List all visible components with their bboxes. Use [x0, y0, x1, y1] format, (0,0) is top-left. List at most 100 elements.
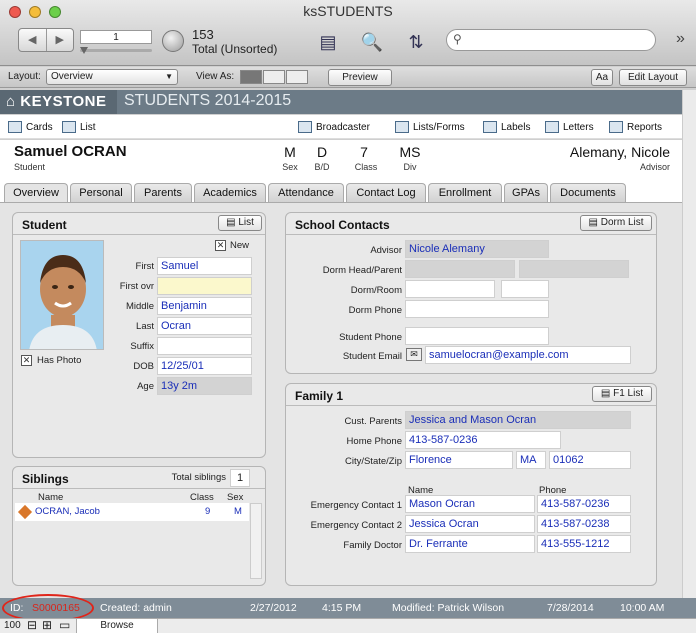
layout-select-value: Overview: [51, 71, 93, 82]
first-ovr-label: First ovr: [119, 281, 154, 292]
bottom-bar: 100 ⊟ ⊞ ▭ Browse: [0, 618, 696, 633]
status-bar: ID: S0000165 Created: admin 2/27/2012 4:…: [0, 598, 696, 618]
list-button[interactable]: List: [62, 121, 96, 133]
emergency-contact-1-name[interactable]: Mason Ocran: [405, 495, 535, 513]
modified-by: Modified: Patrick Wilson: [392, 602, 505, 614]
module-title: STUDENTS 2014-2015: [124, 92, 292, 109]
list-icon: ▤: [588, 217, 598, 228]
search-input[interactable]: ⚲: [446, 29, 656, 51]
edit-layout-button[interactable]: Edit Layout: [619, 69, 687, 86]
mode-popup[interactable]: Browse: [76, 619, 158, 633]
toolbar-overflow-icon[interactable]: »: [676, 30, 685, 48]
sibling-class: 9: [205, 506, 211, 517]
view-table-button[interactable]: [286, 70, 308, 84]
student-panel-title: Student: [22, 218, 67, 232]
city-field[interactable]: Florence: [405, 451, 513, 469]
sort-icon[interactable]: ⇅: [404, 30, 428, 54]
new-label: New: [230, 240, 250, 251]
slider-knob-icon[interactable]: [80, 47, 88, 54]
record-slider[interactable]: [80, 49, 152, 52]
previous-record-icon[interactable]: ◀: [19, 29, 46, 51]
dorm-phone-field[interactable]: [405, 300, 549, 318]
find-icon[interactable]: 🔍: [360, 30, 384, 54]
f1-list-button[interactable]: ▤ F1 List: [592, 386, 652, 402]
siblings-col-class: Class: [190, 492, 214, 503]
toggle-status-area-icon[interactable]: ▭: [59, 618, 70, 632]
room-field[interactable]: [501, 280, 549, 298]
new-checkbox[interactable]: ✕: [215, 240, 226, 251]
tab-documents[interactable]: Documents: [550, 183, 626, 202]
class-value: 7: [360, 144, 368, 160]
cards-label: Cards: [26, 121, 53, 133]
first-ovr-field[interactable]: [157, 277, 252, 295]
preview-button[interactable]: Preview: [328, 69, 392, 86]
dorm-list-button[interactable]: ▤ Dorm List: [580, 215, 652, 231]
student-email-field[interactable]: samuelocran@example.com: [425, 346, 631, 364]
tab-attendance[interactable]: Attendance: [268, 183, 344, 202]
zoom-in-icon[interactable]: ⊞: [42, 618, 52, 632]
suffix-field[interactable]: [157, 337, 252, 355]
siblings-divider: [13, 488, 265, 489]
lists-forms-button[interactable]: Lists/Forms: [395, 121, 465, 133]
student-name: Samuel OCRAN: [14, 143, 127, 160]
family-doctor-label: Family Doctor: [343, 540, 402, 551]
view-form-button[interactable]: [240, 70, 262, 84]
send-email-icon[interactable]: ✉: [406, 348, 422, 361]
tab-parents[interactable]: Parents: [134, 183, 192, 202]
total-siblings-label: Total siblings: [171, 472, 226, 483]
sibling-sex: M: [234, 506, 242, 517]
student-phone-field[interactable]: [405, 327, 549, 345]
letters-button[interactable]: Letters: [545, 121, 594, 133]
last-field[interactable]: Ocran: [157, 317, 252, 335]
new-record-icon[interactable]: ▤: [316, 30, 340, 54]
state-field[interactable]: MA: [516, 451, 546, 469]
f1-list-label: F1 List: [613, 388, 644, 399]
zoom-out-icon[interactable]: ⊟: [27, 618, 37, 632]
zip-field[interactable]: 01062: [549, 451, 631, 469]
zoom-level[interactable]: 100: [4, 620, 21, 631]
broadcaster-button[interactable]: Broadcaster: [298, 121, 370, 133]
tab-academics[interactable]: Academics: [194, 183, 266, 202]
view-list-button[interactable]: [263, 70, 285, 84]
home-phone-field[interactable]: 413-587-0236: [405, 431, 561, 449]
sex-label: Sex: [282, 162, 298, 172]
tab-contact-log[interactable]: Contact Log: [346, 183, 426, 202]
tab-gpas[interactable]: GPAs: [504, 183, 548, 202]
emergency-contact-2-phone[interactable]: 413-587-0238: [537, 515, 631, 533]
family-doctor-phone[interactable]: 413-555-1212: [537, 535, 631, 553]
has-photo-checkbox[interactable]: ✕: [21, 355, 32, 366]
reports-button[interactable]: Reports: [609, 121, 662, 133]
labels-button[interactable]: Labels: [483, 121, 530, 133]
dob-field[interactable]: 12/25/01: [157, 357, 252, 375]
dorm-field[interactable]: [405, 280, 495, 298]
next-record-icon[interactable]: ▶: [45, 29, 74, 51]
middle-label: Middle: [126, 301, 154, 312]
first-field[interactable]: Samuel: [157, 257, 252, 275]
tab-personal[interactable]: Personal: [70, 183, 132, 202]
siblings-scrollbar[interactable]: [250, 503, 262, 579]
letters-label: Letters: [563, 121, 594, 133]
student-portrait-icon: [21, 241, 103, 349]
family-doctor-name[interactable]: Dr. Ferrante: [405, 535, 535, 553]
record-navigation[interactable]: ◀ ▶: [18, 28, 74, 52]
middle-field[interactable]: Benjamin: [157, 297, 252, 315]
tab-enrollment[interactable]: Enrollment: [428, 183, 502, 202]
current-record-field[interactable]: 1: [80, 30, 152, 44]
broadcaster-icon: [298, 121, 312, 133]
created-time: 4:15 PM: [322, 602, 362, 614]
home-icon: ⌂: [6, 93, 16, 110]
family-panel-title: Family 1: [295, 389, 344, 403]
cust-parents-field: Jessica and Mason Ocran: [405, 411, 631, 429]
tab-overview[interactable]: Overview: [4, 183, 68, 203]
list-icon: ▤: [226, 217, 236, 228]
school-contacts-title: School Contacts: [295, 218, 390, 232]
city-state-zip-label: City/State/Zip: [344, 456, 402, 467]
student-list-button[interactable]: ▤ List: [218, 215, 262, 231]
suffix-label: Suffix: [130, 341, 154, 352]
vertical-scrollbar[interactable]: [682, 90, 696, 598]
layout-select[interactable]: Overview ▼: [46, 69, 178, 85]
cards-button[interactable]: Cards: [8, 121, 53, 133]
emergency-contact-2-name[interactable]: Jessica Ocran: [405, 515, 535, 533]
text-formatting-button[interactable]: Aa: [591, 69, 613, 86]
emergency-contact-1-phone[interactable]: 413-587-0236: [537, 495, 631, 513]
